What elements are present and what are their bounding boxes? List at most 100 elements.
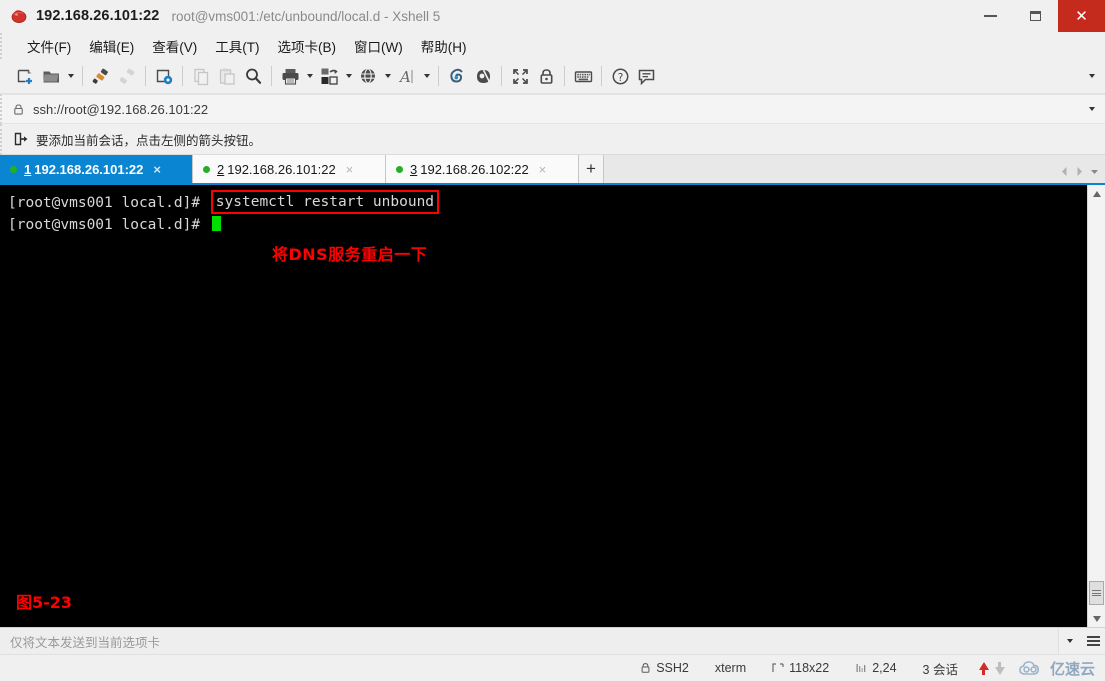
tab-label: 192.168.26.101:22: [227, 161, 336, 177]
connect-icon: [92, 67, 111, 86]
toolbar-separator: [145, 66, 146, 86]
chat-icon: [637, 67, 656, 86]
compose-bar-button[interactable]: [444, 63, 470, 89]
open-folder-dropdown[interactable]: [64, 63, 77, 89]
send-target-dropdown-icon[interactable]: [1059, 628, 1081, 654]
send-text-input[interactable]: 仅将文本发送到当前选项卡: [0, 628, 1059, 654]
tab-next-icon[interactable]: [1073, 162, 1086, 180]
menu-tools[interactable]: 工具(T): [206, 34, 268, 58]
new-tab-button[interactable]: +: [579, 155, 604, 183]
status-sessions: 3 会话: [910, 659, 971, 678]
disconnect-icon: [118, 67, 137, 86]
tab-number: 2: [217, 161, 225, 177]
file-transfer-dropdown[interactable]: [342, 63, 355, 89]
status-cursor-label: 2,24: [872, 661, 897, 675]
globe-dropdown[interactable]: [381, 63, 394, 89]
file-transfer-button[interactable]: [316, 63, 342, 89]
fullscreen-button[interactable]: [507, 63, 533, 89]
sendbar-menu-icon[interactable]: [1081, 628, 1105, 654]
status-size: 118x22: [759, 661, 842, 675]
toolbar-separator: [271, 66, 272, 86]
tab-bar: 1 192.168.26.101:22 × 2 192.168.26.101:2…: [0, 155, 1105, 185]
open-folder-button[interactable]: [38, 63, 64, 89]
find-icon: [244, 67, 263, 86]
menu-tabs[interactable]: 选项卡(B): [269, 34, 346, 58]
toolbar-separator: [82, 66, 83, 86]
watermark: 亿速云: [1013, 658, 1105, 679]
terminal-screen[interactable]: [root@vms001 local.d]# systemctl restart…: [0, 185, 1087, 627]
connect-button[interactable]: [88, 63, 114, 89]
notice-text: 要添加当前会话，点击左侧的箭头按钮。: [36, 133, 262, 148]
paste-button[interactable]: [214, 63, 240, 89]
restore-button[interactable]: [1013, 0, 1058, 32]
open-folder-icon: [42, 67, 61, 86]
menu-help[interactable]: 帮助(H): [412, 34, 476, 58]
disconnect-button[interactable]: [114, 63, 140, 89]
properties-button[interactable]: [151, 63, 177, 89]
grip-icon: [1092, 588, 1101, 597]
toolbar-separator: [564, 66, 565, 86]
cursor-position-icon: [855, 662, 867, 674]
menu-window[interactable]: 窗口(W): [345, 34, 412, 58]
new-session-icon: [16, 67, 35, 86]
font-size-dropdown[interactable]: [420, 63, 433, 89]
tab-label: 192.168.26.102:22: [420, 161, 529, 177]
print-button[interactable]: [277, 63, 303, 89]
status-size-label: 118x22: [789, 661, 830, 675]
minimize-button[interactable]: [968, 0, 1013, 32]
menu-view[interactable]: 查看(V): [143, 34, 206, 58]
globe-button[interactable]: [355, 63, 381, 89]
close-button[interactable]: ✕: [1058, 0, 1105, 32]
menu-file[interactable]: 文件(F): [18, 34, 80, 58]
tab-session-1[interactable]: 1 192.168.26.101:22 ×: [0, 155, 193, 183]
menu-bar: 文件(F) 编辑(E) 查看(V) 工具(T) 选项卡(B) 窗口(W) 帮助(…: [0, 33, 1105, 59]
new-session-button[interactable]: [12, 63, 38, 89]
status-sessions-label: 3 会话: [922, 662, 958, 677]
tab-session-2[interactable]: 2 192.168.26.101:22 ×: [193, 155, 386, 183]
highlight-button[interactable]: [470, 63, 496, 89]
tab-number: 1: [24, 161, 32, 177]
keyboard-icon: [574, 67, 593, 86]
chevron-down-icon: [1092, 615, 1101, 622]
tab-close-icon[interactable]: ×: [153, 163, 161, 176]
send-text-bar: 仅将文本发送到当前选项卡: [0, 627, 1105, 654]
window-controls: ✕: [968, 0, 1105, 32]
keyboard-button[interactable]: [570, 63, 596, 89]
lock-icon: [640, 662, 651, 674]
terminal-area: [root@vms001 local.d]# systemctl restart…: [0, 185, 1105, 627]
help-button[interactable]: ?: [607, 63, 633, 89]
shell-prompt: [root@vms001 local.d]#: [8, 195, 209, 211]
menu-edit[interactable]: 编辑(E): [80, 34, 143, 58]
globe-icon: [359, 67, 378, 86]
scroll-up-button[interactable]: [1088, 185, 1105, 202]
tab-list-icon[interactable]: [1088, 162, 1101, 180]
scroll-down-button[interactable]: [1088, 610, 1105, 627]
chevron-down-icon: [1089, 74, 1095, 78]
restore-icon: [1030, 11, 1041, 21]
tab-close-icon[interactable]: ×: [346, 163, 354, 176]
toolbar-overflow-button[interactable]: [1085, 59, 1099, 93]
font-size-button[interactable]: A: [394, 63, 420, 89]
status-protocol: SSH2: [627, 661, 702, 675]
xshell-window: 192.168.26.101:22 root@vms001:/etc/unbou…: [0, 0, 1105, 681]
tab-prev-icon[interactable]: [1058, 162, 1071, 180]
address-input[interactable]: ssh://root@192.168.26.101:22: [33, 102, 208, 117]
status-transfer-indicators: [971, 661, 1013, 675]
terminal-scrollbar[interactable]: [1087, 185, 1105, 627]
scrollbar-thumb[interactable]: [1089, 581, 1104, 605]
annotation-text: 将DNS服务重启一下: [272, 245, 428, 264]
address-bar[interactable]: ssh://root@192.168.26.101:22: [0, 94, 1105, 124]
tab-session-3[interactable]: 3 192.168.26.102:22 ×: [386, 155, 579, 183]
tab-close-icon[interactable]: ×: [539, 163, 547, 176]
status-protocol-label: SSH2: [656, 661, 689, 675]
download-arrow-icon: [994, 661, 1005, 675]
chat-button[interactable]: [633, 63, 659, 89]
copy-button[interactable]: [188, 63, 214, 89]
terminal-line-2: [root@vms001 local.d]#: [8, 215, 1087, 235]
print-dropdown[interactable]: [303, 63, 316, 89]
lock-icon: [537, 67, 556, 86]
address-dropdown-icon[interactable]: [1089, 95, 1095, 123]
lock-button[interactable]: [533, 63, 559, 89]
svg-text:A: A: [398, 68, 411, 86]
find-button[interactable]: [240, 63, 266, 89]
